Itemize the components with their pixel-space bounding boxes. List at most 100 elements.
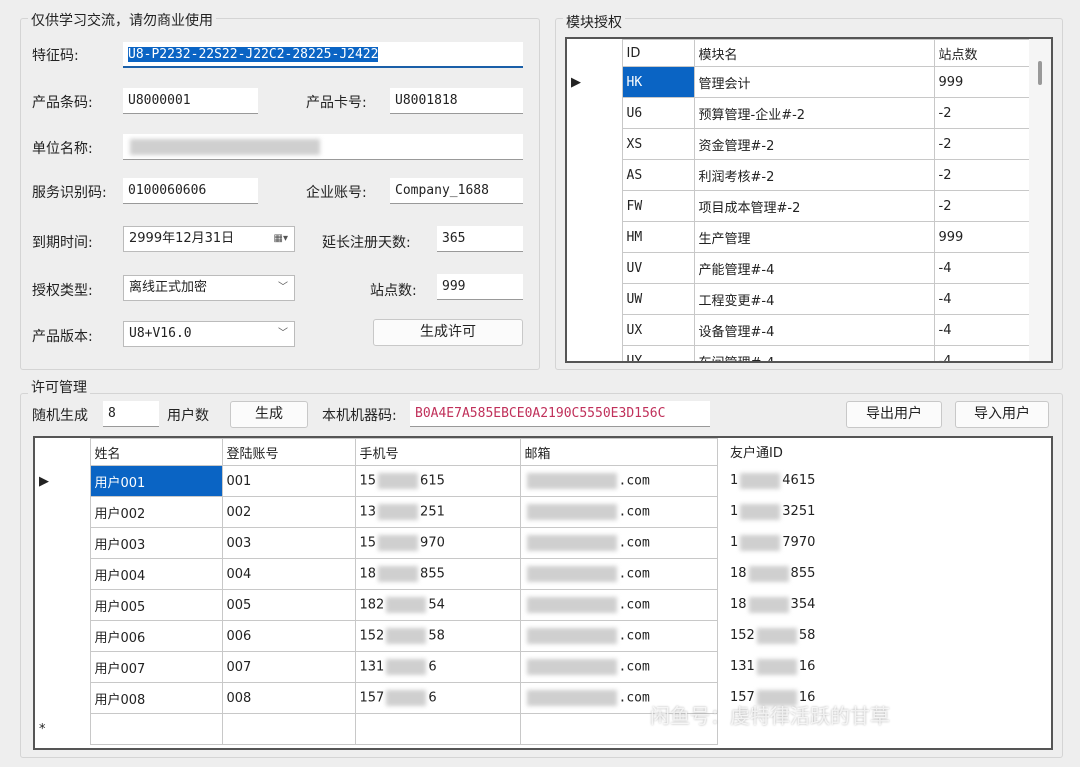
email-cell[interactable]: .com	[519, 589, 718, 621]
row-header[interactable]	[35, 558, 91, 590]
row-header[interactable]	[35, 682, 91, 714]
phone-cell[interactable]: 157 6	[354, 682, 521, 714]
scrollbar[interactable]	[1029, 39, 1051, 361]
account-cell[interactable]: 007	[221, 651, 356, 683]
module-cell[interactable]: 工程变更#-4	[693, 283, 935, 315]
machine-code-input[interactable]: B0A4E7A585EBCE0A2190C5550E3D156C	[410, 401, 710, 427]
name-cell[interactable]: 用户006	[89, 620, 223, 652]
module-cell[interactable]: -2	[933, 159, 1030, 191]
unit-name-input[interactable]	[123, 134, 523, 160]
module-cell[interactable]: UY	[621, 345, 695, 361]
col-header[interactable]: 站点数	[933, 39, 1030, 67]
row-header[interactable]	[567, 97, 623, 129]
phone-cell[interactable]: 152 58	[354, 620, 521, 652]
product-card-input[interactable]: U8001818	[390, 88, 523, 114]
module-table[interactable]: ID 模块名 站点数 ▶ HK 管理会计 999 U6 预算管理-企业#-2 -2 XS 资金管理#…	[565, 37, 1053, 363]
name-cell[interactable]: 用户003	[89, 527, 223, 559]
name-cell[interactable]: 用户004	[89, 558, 223, 590]
feature-code-input[interactable]: U8-P2232-22S22-J22C2-28225-J2422	[123, 42, 523, 68]
email-cell[interactable]: .com	[519, 558, 718, 590]
phone-cell[interactable]: 15 615	[354, 465, 521, 497]
col-header[interactable]: 登陆账号	[221, 438, 356, 466]
email-cell[interactable]: .com	[519, 527, 718, 559]
yht-id-cell[interactable]: 18 354	[730, 589, 815, 620]
email-cell[interactable]: .com	[519, 651, 718, 683]
generate-button[interactable]: 生成	[230, 401, 308, 428]
import-users-button[interactable]: 导入用户	[955, 401, 1049, 428]
account-cell[interactable]: 008	[221, 682, 356, 714]
module-cell[interactable]: -2	[933, 190, 1030, 222]
name-cell[interactable]: 用户001	[89, 465, 223, 497]
row-header[interactable]	[567, 345, 623, 361]
company-account-input[interactable]: Company_1688	[390, 178, 523, 204]
col-header[interactable]: 姓名	[89, 438, 223, 466]
col-header[interactable]: 友户通ID	[730, 442, 783, 461]
table-row[interactable]: UY 车间管理#-4 -4	[567, 345, 1030, 361]
table-row[interactable]: ▶ 用户001 001 15 615 .com	[35, 465, 718, 497]
module-cell[interactable]: 预算管理-企业#-2	[693, 97, 935, 129]
module-cell[interactable]: -4	[933, 252, 1030, 284]
email-cell[interactable]: .com	[519, 465, 718, 497]
name-cell[interactable]: 用户008	[89, 682, 223, 714]
module-cell[interactable]: -4	[933, 345, 1030, 361]
module-cell[interactable]: 产能管理#-4	[693, 252, 935, 284]
yht-id-cell[interactable]: 18 855	[730, 558, 815, 589]
row-header[interactable]	[567, 159, 623, 191]
row-header[interactable]	[35, 496, 91, 528]
table-row[interactable]: ▶ HK 管理会计 999	[567, 66, 1030, 98]
table-row[interactable]: 用户003 003 15 970 .com	[35, 527, 718, 559]
generate-license-button[interactable]: 生成许可	[373, 319, 523, 346]
module-cell[interactable]: -2	[933, 128, 1030, 160]
phone-cell[interactable]: 182 54	[354, 589, 521, 621]
row-header[interactable]	[567, 283, 623, 315]
phone-cell[interactable]: 13 251	[354, 496, 521, 528]
account-cell[interactable]: 002	[221, 496, 356, 528]
module-cell[interactable]: XS	[621, 128, 695, 160]
phone-cell[interactable]: 18 855	[354, 558, 521, 590]
table-row[interactable]: 用户007 007 131 6 .com	[35, 651, 718, 683]
row-header[interactable]	[35, 589, 91, 621]
name-cell[interactable]: 用户002	[89, 496, 223, 528]
version-select[interactable]: U8+V16.0 ﹀	[123, 321, 295, 347]
row-header[interactable]: ▶	[35, 465, 91, 497]
account-cell[interactable]: 005	[221, 589, 356, 621]
export-users-button[interactable]: 导出用户	[846, 401, 942, 428]
yht-id-cell[interactable]: 1 7970	[730, 527, 815, 558]
table-row[interactable]: UW 工程变更#-4 -4	[567, 283, 1030, 315]
email-cell[interactable]: .com	[519, 496, 718, 528]
calendar-icon[interactable]: ▦▾	[274, 227, 288, 251]
table-row[interactable]: UV 产能管理#-4 -4	[567, 252, 1030, 284]
table-row[interactable]: 用户002 002 13 251 .com	[35, 496, 718, 528]
random-count-input[interactable]: 8	[103, 401, 159, 427]
module-cell[interactable]: 设备管理#-4	[693, 314, 935, 346]
yht-id-cell[interactable]: 1 3251	[730, 496, 815, 527]
module-cell[interactable]: 管理会计	[693, 66, 935, 98]
row-header[interactable]	[567, 314, 623, 346]
module-cell[interactable]: 生产管理	[693, 221, 935, 253]
module-cell[interactable]: AS	[621, 159, 695, 191]
module-cell[interactable]: HM	[621, 221, 695, 253]
scrollbar-thumb[interactable]	[1038, 61, 1042, 85]
name-cell[interactable]: 用户005	[89, 589, 223, 621]
table-row[interactable]: AS 利润考核#-2 -2	[567, 159, 1030, 191]
col-header[interactable]: 邮箱	[519, 438, 718, 466]
row-header[interactable]	[567, 128, 623, 160]
table-row[interactable]: 用户008 008 157 6 .com	[35, 682, 718, 714]
module-cell[interactable]: 车间管理#-4	[693, 345, 935, 361]
new-row[interactable]: *	[35, 713, 718, 745]
table-row[interactable]: FW 项目成本管理#-2 -2	[567, 190, 1030, 222]
row-header[interactable]	[35, 651, 91, 683]
table-row[interactable]: U6 预算管理-企业#-2 -2	[567, 97, 1030, 129]
row-header[interactable]	[567, 190, 623, 222]
account-cell[interactable]: 004	[221, 558, 356, 590]
name-cell[interactable]: 用户007	[89, 651, 223, 683]
module-cell[interactable]: UV	[621, 252, 695, 284]
account-cell[interactable]: 003	[221, 527, 356, 559]
module-cell[interactable]: UX	[621, 314, 695, 346]
table-row[interactable]: 用户005 005 182 54 .com	[35, 589, 718, 621]
col-header[interactable]: 手机号	[354, 438, 521, 466]
row-header[interactable]	[35, 527, 91, 559]
module-cell[interactable]: 999	[933, 66, 1030, 98]
account-cell[interactable]: 006	[221, 620, 356, 652]
email-cell[interactable]: .com	[519, 620, 718, 652]
